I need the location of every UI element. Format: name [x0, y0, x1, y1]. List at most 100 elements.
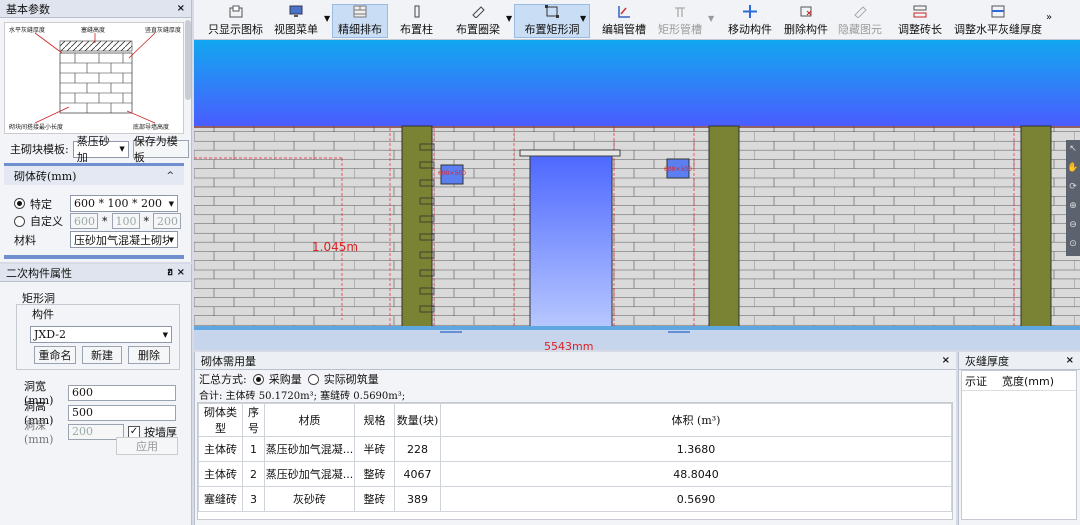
toolbar-view-menu-button[interactable]: 视图菜单 [274, 4, 318, 38]
template-select[interactable]: 蒸压砂加 ▼ [72, 135, 129, 164]
toolbar-show-icons-button[interactable]: 只显示图标 [208, 4, 263, 38]
delete-button[interactable]: 删除 [128, 346, 170, 364]
params-scrollbar[interactable] [185, 20, 191, 100]
cell: 4067 [394, 461, 441, 487]
toolbar-label: 布置圈梁 [456, 23, 500, 36]
custom-width-input[interactable]: 100 [111, 213, 140, 229]
close-icon[interactable]: × [177, 3, 185, 14]
view-menu-icon [288, 4, 304, 18]
cell: 主体砖 [198, 436, 243, 462]
component-select[interactable]: JXD-2 ▼ [30, 326, 172, 343]
cell: 半砖 [354, 436, 395, 462]
toolbar-hide-button[interactable]: 隐藏图元 [838, 4, 882, 38]
joint-table-header: 示证 宽度(mm) [962, 371, 1076, 391]
zoom-in-icon[interactable]: ⊕ [1066, 197, 1080, 216]
cell: 塞缝砖 [198, 486, 243, 512]
joint-thickness-panel: 灰缝厚度 × 示证 宽度(mm) [958, 352, 1080, 525]
toolbar-delete-button[interactable]: 删除构件 [784, 4, 828, 38]
vertical-dimension-text: 1.045m [312, 240, 358, 254]
toolbar-joint-thickness-button[interactable]: 调整水平灰缝厚度 [954, 4, 1042, 38]
table-row[interactable]: 塞缝砖 3 灰砂砖 整砖 389 0.5690 [198, 486, 952, 512]
specific-row: 特定 600 * 100 * 200 ▼ [14, 195, 178, 212]
purchase-radio[interactable] [252, 373, 264, 385]
close-icon[interactable]: × [942, 355, 950, 366]
material-value: 压砂加气混凝土砌块 [74, 233, 169, 247]
cell: 3 [242, 486, 265, 512]
toolbar-edit-groove-button[interactable]: 编辑管槽 [602, 4, 646, 38]
pan-icon[interactable]: ✋ [1066, 159, 1080, 178]
template-label: 主砌块模板: [10, 143, 69, 156]
custom-height-input[interactable]: 200 [153, 213, 181, 229]
custom-radio[interactable] [14, 215, 25, 227]
delete-icon [798, 4, 814, 18]
toolbar-fine-layout-button[interactable]: 精细排布 [332, 4, 388, 38]
cell: 1.3680 [440, 436, 952, 462]
template-select-value: 蒸压砂加 [76, 135, 110, 164]
custom-row: 自定义 600 * 100 * 200 [14, 213, 181, 229]
joint-thickness-icon [990, 4, 1006, 18]
specific-label: 特定 [30, 197, 52, 211]
basic-params-panel: 基本参数 × 水平灰缝厚度 塞缝高度 竖直灰缝厚度 砌块间搭接最小长度 底部导墙… [0, 0, 192, 262]
dropdown-arrow-icon: ▼ [162, 330, 168, 339]
toolbar-label: 调整砖长 [898, 23, 942, 36]
new-button[interactable]: 新建 [82, 346, 122, 364]
material-row: 材料 压砂加气混凝土砌块 ▼ [14, 231, 178, 248]
toolbar-label: 删除构件 [784, 23, 828, 36]
hide-icon [852, 4, 868, 18]
close-icon[interactable]: × [1066, 355, 1074, 366]
table-row[interactable]: 主体砖 2 蒸压砂加气混凝... 整砖 4067 48.8040 [198, 461, 952, 487]
toolbar-rect-groove-button[interactable]: 矩形管槽 [658, 4, 702, 38]
by-wall-checkbox[interactable]: ✓ [128, 425, 140, 438]
dropdown-arrow-icon[interactable]: ▼ [324, 14, 330, 23]
pin-close-icons[interactable]: ฮ × [167, 265, 185, 280]
dropdown-arrow-icon[interactable]: ▼ [506, 14, 512, 23]
show-icons-icon [228, 4, 244, 18]
edit-groove-icon [616, 4, 632, 18]
total-line: 合计: 主体砖 50.1720m³; 塞缝砖 0.5690m³; [199, 391, 406, 402]
toolbar-move-button[interactable]: 移动构件 [728, 4, 772, 38]
material-label: 材料 [14, 233, 36, 247]
rotate-icon[interactable]: ⟳ [1066, 178, 1080, 197]
ring-beam-icon [470, 4, 486, 18]
toolbar-label: 移动构件 [728, 23, 772, 36]
joint-panel-title: 灰缝厚度 [965, 354, 1009, 368]
apply-button[interactable]: 应用 [116, 437, 178, 455]
material-select[interactable]: 压砂加气混凝土砌块 ▼ [70, 231, 178, 248]
overflow-chevron-icon[interactable]: » [1046, 12, 1052, 23]
col-header: 宽度(mm) [1002, 374, 1055, 388]
col-header: 数量(块) [394, 403, 441, 437]
pointer-icon[interactable]: ↖ [1066, 140, 1080, 159]
save-template-button[interactable]: 保存为模板 [132, 135, 189, 164]
specific-radio[interactable] [14, 198, 25, 209]
col-header: 示证 [965, 374, 987, 388]
toolbar-ring-beam-button[interactable]: 布置圈梁 [456, 4, 500, 38]
cell: 2 [242, 461, 265, 487]
multiply-sign-1: * [102, 214, 108, 228]
cell: 蒸压砂加气混凝... [264, 461, 355, 487]
purchase-label: 采购量 [268, 373, 302, 386]
wall-elevation[interactable]: 600×500 600×500 1.045m 5543mm [194, 40, 1080, 350]
table-row[interactable]: 主体砖 1 蒸压砂加气混凝... 半砖 228 1.3680 [198, 436, 952, 462]
col-header: 规格 [354, 403, 395, 437]
dropdown-arrow-icon: ▼ [119, 145, 125, 153]
toolbar-column-button[interactable]: 布置柱 [400, 4, 433, 38]
toolbar-brick-length-button[interactable]: 调整砖长 [898, 4, 942, 38]
zoom-fit-icon[interactable]: ⊙ [1066, 235, 1080, 254]
dropdown-arrow-icon[interactable]: ▼ [580, 14, 586, 23]
cell: 整砖 [354, 486, 395, 512]
specific-size-select[interactable]: 600 * 100 * 200 ▼ [70, 195, 178, 212]
zoom-out-icon[interactable]: ⊖ [1066, 216, 1080, 235]
wall-parameter-diagram: 水平灰缝厚度 塞缝高度 竖直灰缝厚度 砌块间搭接最小长度 底部导墙高度 [4, 22, 184, 134]
toolbar-rect-hole-button[interactable]: 布置矩形洞 [514, 4, 590, 38]
component-value: JXD-2 [34, 328, 66, 341]
dropdown-arrow-icon[interactable]: ▼ [708, 14, 714, 23]
actual-radio[interactable] [307, 373, 319, 385]
rect-hole-icon [544, 5, 560, 18]
rename-button[interactable]: 重命名 [34, 346, 76, 364]
toolbar-label: 编辑管槽 [602, 23, 646, 36]
chevron-up-icon: ^ [166, 170, 174, 181]
custom-length-input[interactable]: 600 [70, 213, 98, 229]
brick-section-header[interactable]: 砌体砖(mm) ^ [4, 163, 184, 185]
drawing-canvas[interactable]: 600×500 600×500 1.045m 5543mm [194, 40, 1080, 350]
summary-label: 汇总方式: [199, 373, 247, 386]
